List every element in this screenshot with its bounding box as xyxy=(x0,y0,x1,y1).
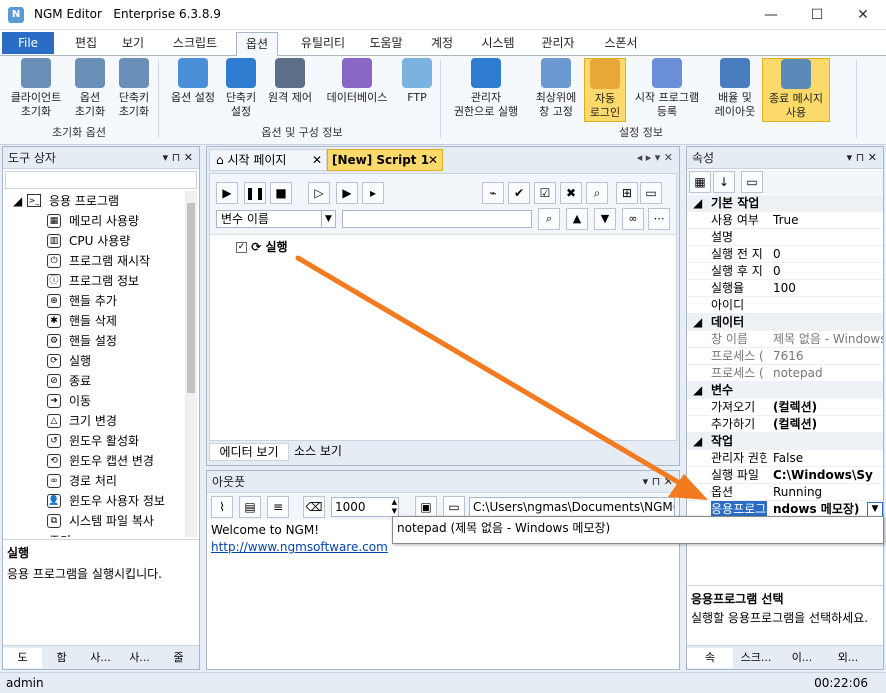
message-icon xyxy=(781,59,811,89)
ribbon-button[interactable]: 종료 메시지 사용 xyxy=(762,58,830,122)
ribbon-button[interactable]: 관리자 권한으로 실행 xyxy=(444,58,528,122)
divider xyxy=(158,60,159,138)
ribbon-button[interactable]: 데이터베이스 xyxy=(320,58,394,122)
ribbon-button[interactable]: 자동 로그인 xyxy=(584,58,626,122)
divider xyxy=(856,60,857,138)
checkbox-icon xyxy=(178,58,208,88)
ribbon-button-label: 원격 제어 xyxy=(268,91,312,104)
status-user: admin xyxy=(6,676,44,690)
layout-icon xyxy=(720,58,750,88)
ribbon-button[interactable]: 최상위에 창 고정 xyxy=(528,58,584,122)
menu-tab[interactable]: 시스템 xyxy=(470,32,526,56)
registry-icon xyxy=(652,58,682,88)
ribbon-button-label: FTP xyxy=(407,91,427,104)
ribbon-group-label: 옵션 및 구성 정보 xyxy=(261,126,343,139)
divider xyxy=(440,60,441,138)
gear-icon xyxy=(21,58,51,88)
ribbon-button[interactable]: 단축키 초기화 xyxy=(112,58,156,122)
key-icon xyxy=(590,59,620,89)
menu-tab[interactable]: 보기 xyxy=(110,32,156,56)
ribbon-button-label: 자동 로그인 xyxy=(589,92,621,119)
status-time: 00:22:06 xyxy=(814,676,868,690)
arrow-line xyxy=(295,255,691,491)
gear-icon xyxy=(119,58,149,88)
menu-tab[interactable]: 편집 xyxy=(64,32,108,56)
ribbon-group-label: 설정 정보 xyxy=(619,126,663,139)
ribbon-button-label: 데이터베이스 xyxy=(326,91,388,104)
ribbon-button[interactable]: FTP xyxy=(394,58,440,122)
ribbon-button[interactable]: 옵션 초기화 xyxy=(68,58,112,122)
menu-tab[interactable]: 계정 xyxy=(420,32,464,56)
shield-icon xyxy=(471,58,501,88)
hotkey-icon xyxy=(226,58,256,88)
ribbon-button-label: 클라이언트 초기화 xyxy=(10,91,62,118)
ribbon-button[interactable]: 원격 제어 xyxy=(260,58,320,122)
ribbon-button[interactable]: 배율 및 레이아웃 xyxy=(708,58,762,122)
menu-tab[interactable]: 유틸리티 xyxy=(292,32,354,56)
ribbon-button-label: 옵션 설정 xyxy=(171,91,215,104)
menu-tab[interactable]: 관리자 xyxy=(530,32,586,56)
ribbon-button-label: 단축키 설정 xyxy=(225,91,257,118)
ribbon-button-label: 단축키 초기화 xyxy=(118,91,150,118)
ribbon-button[interactable]: 옵션 설정 xyxy=(164,58,222,122)
menu-tab[interactable]: 도움말 xyxy=(356,32,416,56)
ribbon-group-label: 초기화 옵션 xyxy=(51,126,107,139)
ribbon-button-label: 시작 프로그램 등록 xyxy=(634,91,700,118)
ribbon-button[interactable]: 단축키 설정 xyxy=(222,58,260,122)
ribbon-button-label: 종료 메시지 사용 xyxy=(768,92,824,119)
ribbon-button[interactable]: 클라이언트 초기화 xyxy=(4,58,68,122)
ribbon-button-label: 최상위에 창 고정 xyxy=(535,91,577,118)
ribbon-button-label: 관리자 권한으로 실행 xyxy=(453,91,519,118)
ribbon-button-label: 배율 및 레이아웃 xyxy=(714,91,756,118)
window-pin-icon xyxy=(541,58,571,88)
status-bar: admin 00:22:06 xyxy=(0,672,886,693)
remote-control-icon xyxy=(275,58,305,88)
menu-tab[interactable]: 스폰서 xyxy=(592,32,650,56)
ribbon-button-label: 옵션 초기화 xyxy=(74,91,106,118)
gear-icon xyxy=(75,58,105,88)
menu-tab[interactable]: 옵션 xyxy=(236,32,278,56)
menu-tab[interactable]: 스크립트 xyxy=(158,32,232,56)
ftp-icon xyxy=(402,58,432,88)
database-icon xyxy=(342,58,372,88)
ribbon-button[interactable]: 시작 프로그램 등록 xyxy=(626,58,708,122)
